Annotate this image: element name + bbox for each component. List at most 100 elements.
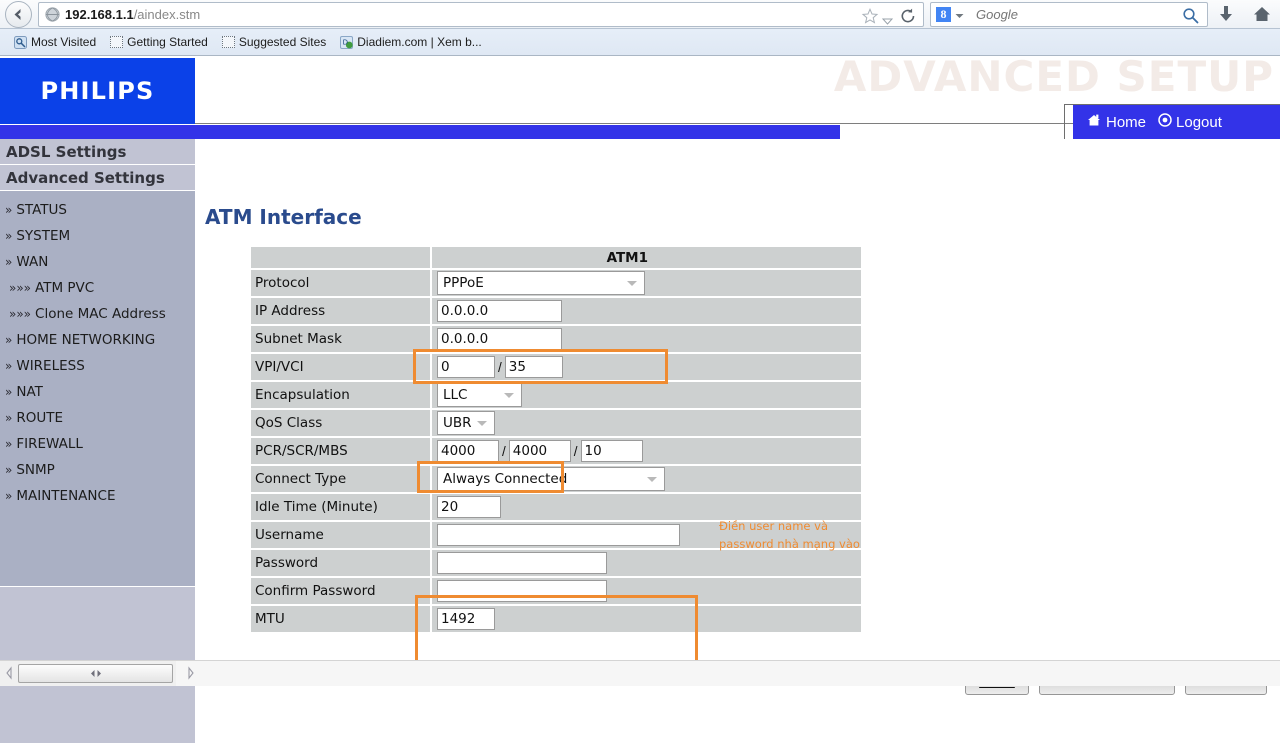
bookmark-most-visited[interactable]: Most Visited xyxy=(8,32,102,52)
logout-icon xyxy=(1158,113,1172,131)
pcr-scr-separator: / xyxy=(502,443,506,459)
row-label-confirm-password: Confirm Password xyxy=(251,577,432,606)
scr-input[interactable] xyxy=(508,440,571,462)
scroll-left-arrow-icon[interactable] xyxy=(4,666,14,685)
chevron-icon: » xyxy=(5,463,13,477)
vpi-input[interactable] xyxy=(437,356,495,378)
most-visited-icon xyxy=(14,35,27,49)
google-icon: 8 xyxy=(936,7,951,22)
svg-text:D: D xyxy=(343,38,348,46)
sidebar-item-label: STATUS xyxy=(16,202,67,218)
sidebar-item-label: FIREWALL xyxy=(16,436,83,452)
sidebar-section-advanced-settings[interactable]: Advanced Settings xyxy=(0,165,195,191)
pcr-input[interactable] xyxy=(437,440,499,462)
username-input[interactable] xyxy=(437,524,680,546)
encapsulation-select[interactable]: LLC xyxy=(437,383,522,407)
sidebar-item-clone-mac-address[interactable]: »»» Clone MAC Address xyxy=(0,301,195,327)
sidebar-item-firewall[interactable]: » FIREWALL xyxy=(0,431,195,457)
horizontal-scrollbar[interactable] xyxy=(0,660,1280,686)
philips-logo: PHILIPS xyxy=(0,58,195,124)
sidebar-item-label: NAT xyxy=(16,384,43,400)
row-label-protocol: Protocol xyxy=(251,269,432,298)
row-label-qos-class: QoS Class xyxy=(251,409,432,438)
chevron-icon: » xyxy=(5,359,13,373)
search-icon[interactable] xyxy=(1182,7,1199,29)
sidebar-item-home-networking[interactable]: » HOME NETWORKING xyxy=(0,327,195,353)
sidebar-item-status[interactable]: » STATUS xyxy=(0,197,195,223)
vci-input[interactable] xyxy=(504,356,563,378)
column-header-atm1: ATM1 xyxy=(431,247,861,270)
encapsulation-select-value: LLC xyxy=(443,387,468,403)
sidebar-item-label: ROUTE xyxy=(16,410,64,426)
chevron-icon: » xyxy=(5,203,13,217)
search-engine-chevron-icon[interactable] xyxy=(955,6,964,24)
chevron-icon: » xyxy=(5,333,13,347)
folder-icon xyxy=(110,36,124,48)
qos-class-select[interactable]: UBR xyxy=(437,411,495,435)
table-row-pcr-scr-mbs: PCR/SCR/MBS / / xyxy=(251,437,861,466)
scroll-right-arrow-icon[interactable] xyxy=(186,666,196,685)
chevron-down-icon xyxy=(647,477,657,482)
url-text: 192.168.1.1/aindex.stm xyxy=(65,7,200,22)
idle-time-input[interactable] xyxy=(437,496,501,518)
chevron-icon: » xyxy=(5,255,13,269)
nav-logout-link[interactable]: Logout xyxy=(1158,113,1222,131)
sidebar-item-system[interactable]: » SYSTEM xyxy=(0,223,195,249)
row-label-username: Username xyxy=(251,521,432,550)
protocol-select[interactable]: PPPoE xyxy=(437,271,645,295)
sidebar-item-route[interactable]: » ROUTE xyxy=(0,405,195,431)
scr-mbs-separator: / xyxy=(573,443,578,459)
chevron-icon: » xyxy=(5,411,13,425)
connect-type-select[interactable]: Always Connected xyxy=(437,467,665,491)
bookmark-label: Diadiem.com | Xem b... xyxy=(357,35,482,49)
bookmark-getting-started[interactable]: Getting Started xyxy=(104,32,214,52)
mtu-input[interactable] xyxy=(437,608,495,630)
ip-address-input[interactable] xyxy=(437,300,562,322)
bookmark-diadiem[interactable]: D Diadiem.com | Xem b... xyxy=(334,32,488,52)
row-label-ip-address: IP Address xyxy=(251,297,432,326)
table-row-ip-address: IP Address xyxy=(251,297,861,326)
sidebar-item-label: ATM PVC xyxy=(35,280,95,296)
password-input[interactable] xyxy=(437,552,607,574)
sidebar-item-label: WIRELESS xyxy=(16,358,85,374)
table-row-connect-type: Connect Type Always Connected xyxy=(251,465,861,494)
sidebar-section-adsl-settings[interactable]: ADSL Settings xyxy=(0,139,195,165)
back-arrow-icon xyxy=(10,6,27,23)
bookmark-suggested-sites[interactable]: Suggested Sites xyxy=(216,32,332,52)
table-row-password: Password xyxy=(251,549,861,578)
sidebar-item-wan[interactable]: » WAN xyxy=(0,249,195,275)
subnet-mask-input[interactable] xyxy=(437,328,562,350)
scrollbar-thumb[interactable] xyxy=(18,664,173,683)
row-label-password: Password xyxy=(251,549,432,578)
row-label-connect-type: Connect Type xyxy=(251,465,432,494)
back-button[interactable] xyxy=(5,1,32,28)
brand-wordmark: PHILIPS xyxy=(40,77,155,105)
home-icon[interactable] xyxy=(1252,4,1272,29)
confirm-password-input[interactable] xyxy=(437,580,607,602)
table-row-encapsulation: Encapsulation LLC xyxy=(251,381,861,410)
reload-icon[interactable] xyxy=(899,7,917,25)
advanced-setup-watermark: ADVANCED SETUP xyxy=(833,52,1274,101)
row-label-encapsulation: Encapsulation xyxy=(251,381,432,410)
bookmark-star-icon[interactable] xyxy=(861,7,879,25)
search-bar[interactable]: 8 Google xyxy=(930,2,1208,27)
sidebar-item-wireless[interactable]: » WIRELESS xyxy=(0,353,195,379)
mbs-input[interactable] xyxy=(580,440,643,462)
sidebar-item-label: MAINTENANCE xyxy=(16,488,116,504)
sidebar-item-nat[interactable]: » NAT xyxy=(0,379,195,405)
atm-interface-table: ATM1 Protocol PPPoE IP Address Subnet xyxy=(251,247,861,634)
sidebar-item-atm-pvc[interactable]: »»» ATM PVC xyxy=(0,275,195,301)
url-bar[interactable]: 192.168.1.1/aindex.stm xyxy=(38,2,924,27)
nav-home-link[interactable]: Home xyxy=(1087,113,1146,131)
sidebar-item-snmp[interactable]: » SNMP xyxy=(0,457,195,483)
search-input[interactable]: Google xyxy=(976,7,1018,22)
url-path: /aindex.stm xyxy=(133,7,201,22)
browser-chrome: 192.168.1.1/aindex.stm 8 Google Most Vis… xyxy=(0,0,1280,56)
scrollbar-track[interactable] xyxy=(176,661,1280,686)
chevron-down-icon[interactable] xyxy=(881,12,894,30)
bookmark-label: Most Visited xyxy=(31,35,97,49)
page-title: ATM Interface xyxy=(205,205,362,229)
sidebar-item-maintenance[interactable]: » MAINTENANCE xyxy=(0,483,195,509)
folder-icon xyxy=(221,36,235,48)
download-arrow-icon[interactable] xyxy=(1216,4,1236,29)
